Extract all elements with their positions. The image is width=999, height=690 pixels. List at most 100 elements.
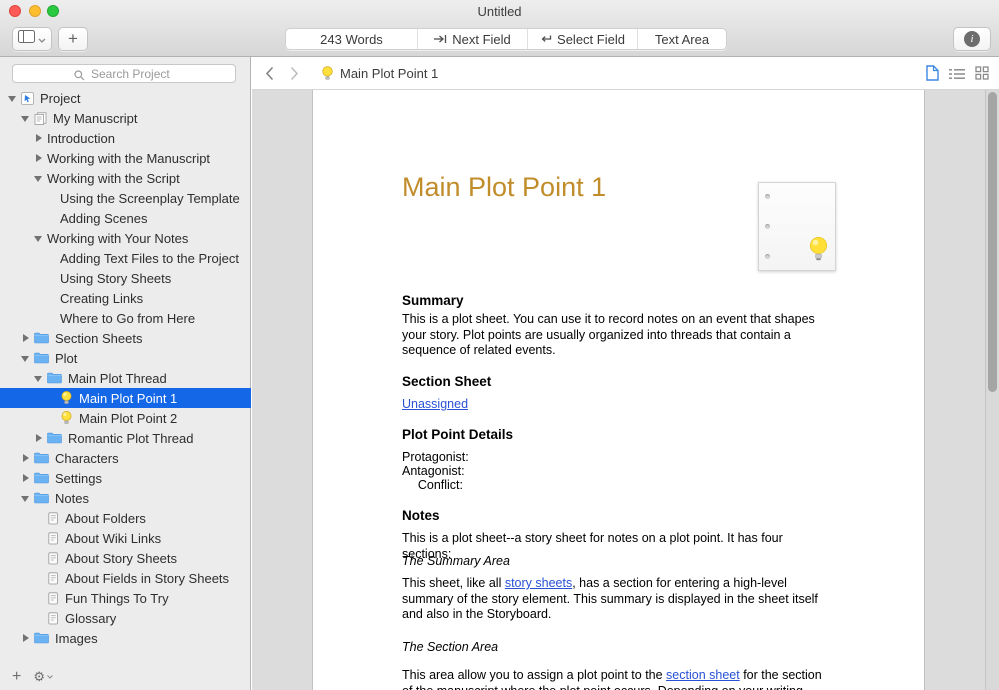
tree-row[interactable]: About Fields in Story Sheets bbox=[0, 568, 251, 588]
tree-row-label: Notes bbox=[55, 491, 89, 506]
tree-row[interactable]: Using the Screenplay Template bbox=[0, 188, 251, 208]
search-input[interactable] bbox=[12, 64, 236, 83]
disclosure-triangle bbox=[47, 192, 57, 204]
folder-icon bbox=[47, 372, 62, 384]
select-field-button[interactable]: Select Field bbox=[528, 29, 638, 49]
tree-row[interactable]: Using Story Sheets bbox=[0, 268, 251, 288]
plot-point-fields: Protagonist: Antagonist: Conflict: bbox=[402, 450, 463, 492]
tree-row-label: Working with the Manuscript bbox=[47, 151, 210, 166]
tree-row[interactable]: Creating Links bbox=[0, 288, 251, 308]
list-view-icon[interactable] bbox=[949, 67, 965, 85]
section-sheet-link[interactable]: section sheet bbox=[666, 668, 740, 682]
disclosure-triangle bbox=[47, 272, 57, 284]
tree-row-label: Introduction bbox=[47, 131, 115, 146]
tree-row[interactable]: Section Sheets bbox=[0, 328, 251, 348]
gear-icon: ⚙ bbox=[33, 669, 45, 685]
disclosure-triangle[interactable] bbox=[34, 372, 44, 384]
tree-row[interactable]: Main Plot Thread bbox=[0, 368, 251, 388]
search-field bbox=[12, 64, 236, 83]
tree-row-label: Fun Things To Try bbox=[65, 591, 169, 606]
disclosure-triangle bbox=[47, 212, 57, 224]
plus-icon: + bbox=[68, 29, 78, 49]
add-file-button[interactable]: + bbox=[12, 668, 21, 686]
tree-row[interactable]: Main Plot Point 2 bbox=[0, 408, 251, 428]
bulb-icon bbox=[60, 411, 73, 425]
story-sheets-link[interactable]: story sheets bbox=[505, 576, 572, 590]
protagonist-field-label[interactable]: Protagonist: bbox=[402, 450, 463, 464]
tree-row-label: Where to Go from Here bbox=[60, 311, 195, 326]
info-icon: i bbox=[964, 31, 980, 47]
tree-row[interactable]: Adding Scenes bbox=[0, 208, 251, 228]
tree-row-label: Adding Scenes bbox=[60, 211, 147, 226]
forward-button[interactable] bbox=[290, 66, 299, 86]
back-button[interactable] bbox=[265, 66, 274, 86]
tree-row-label: Settings bbox=[55, 471, 102, 486]
tree-row-label: Glossary bbox=[65, 611, 116, 626]
tree-row[interactable]: Notes bbox=[0, 488, 251, 508]
summary-area-text-pre: This sheet, like all bbox=[402, 576, 505, 590]
tree-row[interactable]: Project bbox=[0, 88, 251, 108]
tree-row-label: About Story Sheets bbox=[65, 551, 177, 566]
toggle-sidebar-button[interactable] bbox=[12, 27, 52, 51]
disclosure-triangle[interactable] bbox=[21, 112, 31, 124]
disclosure-triangle[interactable] bbox=[34, 172, 44, 184]
grid-view-icon[interactable] bbox=[975, 66, 989, 85]
disclosure-triangle[interactable] bbox=[21, 332, 31, 344]
tree-row[interactable]: Settings bbox=[0, 468, 251, 488]
tree-row-label: Images bbox=[55, 631, 98, 646]
note-icon bbox=[47, 552, 59, 565]
disclosure-triangle[interactable] bbox=[21, 492, 31, 504]
note-icon bbox=[47, 532, 59, 545]
disclosure-triangle[interactable] bbox=[21, 452, 31, 464]
chevron-down-icon bbox=[38, 30, 46, 48]
add-item-button[interactable]: + bbox=[58, 27, 88, 51]
tree-row[interactable]: About Story Sheets bbox=[0, 548, 251, 568]
tree-row[interactable]: Images bbox=[0, 628, 251, 648]
tree-row[interactable]: Glossary bbox=[0, 608, 251, 628]
antagonist-field-label[interactable]: Antagonist: bbox=[402, 464, 463, 478]
summary-area-text: This sheet, like all story sheets, has a… bbox=[402, 576, 834, 623]
folder-icon bbox=[34, 632, 49, 644]
tree-row-label: Plot bbox=[55, 351, 77, 366]
tree-row[interactable]: Characters bbox=[0, 448, 251, 468]
tree-row[interactable]: Working with Your Notes bbox=[0, 228, 251, 248]
document-page[interactable]: Main Plot Point 1 Summary This is a plot… bbox=[312, 90, 925, 690]
tree-row[interactable]: Main Plot Point 1 bbox=[0, 388, 251, 408]
status-segmented-bar: 243 Words Next Field Select Field Text A… bbox=[285, 28, 727, 50]
tree-row-label: Creating Links bbox=[60, 291, 143, 306]
tree-row[interactable]: Working with the Manuscript bbox=[0, 148, 251, 168]
tree-row[interactable]: About Wiki Links bbox=[0, 528, 251, 548]
action-menu-button[interactable]: ⚙ bbox=[33, 669, 53, 685]
bulb-icon bbox=[60, 391, 73, 405]
disclosure-triangle[interactable] bbox=[21, 632, 31, 644]
tree-row[interactable]: Introduction bbox=[0, 128, 251, 148]
tree-row[interactable]: Romantic Plot Thread bbox=[0, 428, 251, 448]
tree-row-label: My Manuscript bbox=[53, 111, 138, 126]
disclosure-triangle[interactable] bbox=[34, 432, 44, 444]
disclosure-triangle[interactable] bbox=[21, 352, 31, 364]
document-navbar: Main Plot Point 1 bbox=[252, 57, 999, 90]
tree-row-label: Characters bbox=[55, 451, 119, 466]
inspector-button[interactable]: i bbox=[953, 27, 991, 51]
tree-row[interactable]: Where to Go from Here bbox=[0, 308, 251, 328]
tree-row[interactable]: About Folders bbox=[0, 508, 251, 528]
tree-row[interactable]: Adding Text Files to the Project bbox=[0, 248, 251, 268]
folder-icon bbox=[34, 492, 49, 504]
disclosure-triangle[interactable] bbox=[34, 232, 44, 244]
disclosure-triangle[interactable] bbox=[21, 472, 31, 484]
disclosure-triangle[interactable] bbox=[8, 92, 18, 104]
tree-row[interactable]: Plot bbox=[0, 348, 251, 368]
conflict-field-label[interactable]: Conflict: bbox=[402, 478, 463, 492]
page-view-icon[interactable] bbox=[926, 65, 939, 86]
tree-row[interactable]: Fun Things To Try bbox=[0, 588, 251, 608]
unassigned-link[interactable]: Unassigned bbox=[402, 397, 468, 411]
tree-row-label: Using Story Sheets bbox=[60, 271, 171, 286]
scrollbar-thumb[interactable] bbox=[988, 92, 997, 392]
note-icon bbox=[47, 572, 59, 585]
tree-row[interactable]: Working with the Script bbox=[0, 168, 251, 188]
section-area-text: This area allow you to assign a plot poi… bbox=[402, 668, 834, 690]
disclosure-triangle[interactable] bbox=[34, 152, 44, 164]
next-field-button[interactable]: Next Field bbox=[418, 29, 528, 49]
tree-row[interactable]: My Manuscript bbox=[0, 108, 251, 128]
disclosure-triangle[interactable] bbox=[34, 132, 44, 144]
